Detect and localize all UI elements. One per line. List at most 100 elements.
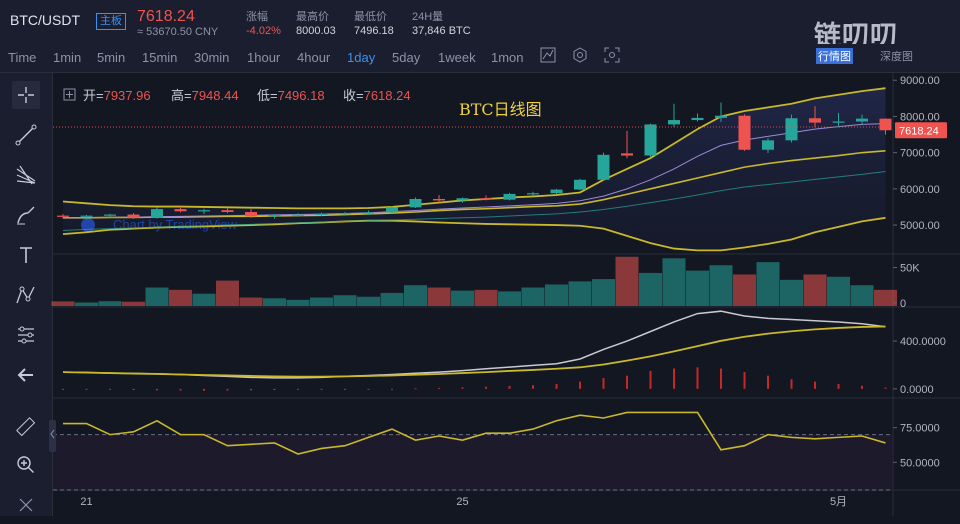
candle-body bbox=[315, 213, 328, 216]
macd-hist-bar bbox=[555, 384, 558, 389]
candle-body bbox=[362, 212, 375, 214]
candle-body bbox=[503, 193, 516, 200]
tab-depth-chart[interactable]: 深度图 bbox=[880, 48, 913, 64]
chart-area[interactable]: Chart by TradingView 9000.00 8000.00 7000.… bbox=[0, 0, 960, 516]
ohlc-legend: 开=7937.96 高=7948.44 低=7496.18 收=7618.24 bbox=[63, 88, 411, 103]
volume-tick-label: 50K bbox=[900, 263, 920, 275]
macd-hist-bar bbox=[767, 375, 769, 389]
watermark-text: Chart by TradingView bbox=[113, 217, 238, 232]
macd-hist-bar bbox=[226, 388, 229, 391]
macd-hist-bar bbox=[579, 381, 581, 389]
macd-hist-bar bbox=[250, 388, 252, 391]
macd-hist-bar bbox=[156, 388, 158, 391]
candle-body bbox=[832, 121, 845, 123]
candle-body bbox=[198, 210, 210, 212]
open-value: 7937.96 bbox=[104, 88, 151, 103]
candle-body bbox=[174, 209, 187, 212]
volume-bar bbox=[451, 290, 474, 306]
volume-bar bbox=[122, 301, 145, 306]
volume-bar bbox=[404, 285, 427, 306]
volume-bar bbox=[286, 299, 310, 306]
volume-bar bbox=[98, 301, 122, 306]
rsi-tick-label: 75.0000 bbox=[900, 423, 940, 435]
candle-body bbox=[574, 179, 586, 190]
price-tick-label: 8000.00 bbox=[900, 111, 940, 123]
volume-bar bbox=[709, 265, 733, 306]
macd-hist-bar bbox=[743, 372, 746, 389]
candle-body bbox=[456, 198, 469, 201]
candle-body bbox=[621, 153, 633, 156]
macd-hist-bar bbox=[861, 385, 863, 389]
macd-hist-bar bbox=[109, 388, 111, 390]
candle-body bbox=[550, 189, 563, 194]
candle-body bbox=[151, 209, 163, 218]
macd-hist-bar bbox=[602, 378, 605, 389]
candle-body bbox=[762, 140, 774, 150]
candle-body bbox=[738, 115, 751, 150]
volume-bar bbox=[474, 289, 498, 306]
macd-hist-bar bbox=[203, 388, 205, 391]
volume-bar bbox=[850, 285, 874, 306]
candle-body bbox=[268, 214, 281, 217]
candle-body bbox=[104, 214, 116, 216]
candle-body bbox=[245, 212, 257, 217]
volume-bar bbox=[216, 280, 239, 306]
macd-hist-bar bbox=[884, 387, 887, 389]
candle-body bbox=[597, 154, 610, 180]
volume-bar bbox=[263, 298, 286, 306]
candle-body bbox=[785, 118, 798, 141]
volume-bar bbox=[357, 296, 380, 306]
macd-hist-bar bbox=[62, 388, 64, 390]
candle-body bbox=[221, 210, 234, 213]
x-tick-label: 5月 bbox=[830, 496, 847, 508]
tab-market-chart[interactable]: 行情图 bbox=[816, 48, 853, 64]
macd-hist-bar bbox=[485, 386, 487, 389]
candle-body bbox=[715, 115, 727, 118]
volume-bar bbox=[756, 262, 780, 306]
volume-tick-label: 0 bbox=[900, 298, 906, 310]
candle-body bbox=[292, 214, 304, 216]
macd-hist-bar bbox=[649, 370, 652, 389]
low-value-legend: 7496.18 bbox=[278, 88, 325, 103]
price-tick-label: 5000.00 bbox=[900, 220, 940, 232]
candle-body bbox=[386, 207, 398, 213]
macd-hist-bar bbox=[790, 379, 793, 389]
volume-bar bbox=[239, 297, 263, 306]
close-label-legend: 收= bbox=[343, 88, 364, 103]
candle-body bbox=[480, 198, 492, 200]
macd-hist-bar bbox=[85, 388, 88, 390]
macd-hist-bar bbox=[320, 388, 323, 390]
volume-bar bbox=[780, 279, 803, 306]
volume-bar bbox=[192, 293, 216, 306]
macd-hist-bar bbox=[391, 388, 393, 390]
rsi-tick-label: 50.0000 bbox=[900, 457, 940, 469]
high-value-legend: 7948.44 bbox=[192, 88, 239, 103]
price-tick-label: 7000.00 bbox=[900, 148, 940, 160]
volume-bar bbox=[145, 287, 169, 306]
rsi-band-fill bbox=[53, 434, 893, 490]
volume-bar bbox=[498, 291, 521, 306]
candle-body bbox=[339, 213, 351, 215]
candle-body bbox=[127, 214, 140, 218]
macd-hist-bar bbox=[132, 388, 135, 391]
candle-body bbox=[668, 120, 680, 125]
volume-bar bbox=[615, 256, 639, 306]
volume-bar bbox=[827, 276, 850, 306]
volume-bar bbox=[686, 270, 709, 306]
volume-bar bbox=[310, 297, 333, 306]
macd-hist-bar bbox=[814, 381, 816, 389]
close-value-legend: 7618.24 bbox=[364, 88, 411, 103]
volume-bar bbox=[427, 287, 451, 306]
macd-hist-bar bbox=[344, 388, 346, 390]
macd-hist-bar bbox=[673, 368, 675, 389]
candle-body bbox=[809, 118, 821, 123]
macd-hist-bar bbox=[273, 388, 276, 391]
macd-tick-label: 400.0000 bbox=[900, 336, 946, 348]
price-tick-label: 9000.00 bbox=[900, 75, 940, 87]
volume-bar bbox=[521, 287, 545, 306]
candle-body bbox=[879, 118, 892, 131]
volume-bar bbox=[333, 295, 357, 306]
volume-bar bbox=[639, 272, 662, 306]
volume-bar bbox=[592, 279, 615, 306]
candle-body bbox=[527, 193, 539, 195]
